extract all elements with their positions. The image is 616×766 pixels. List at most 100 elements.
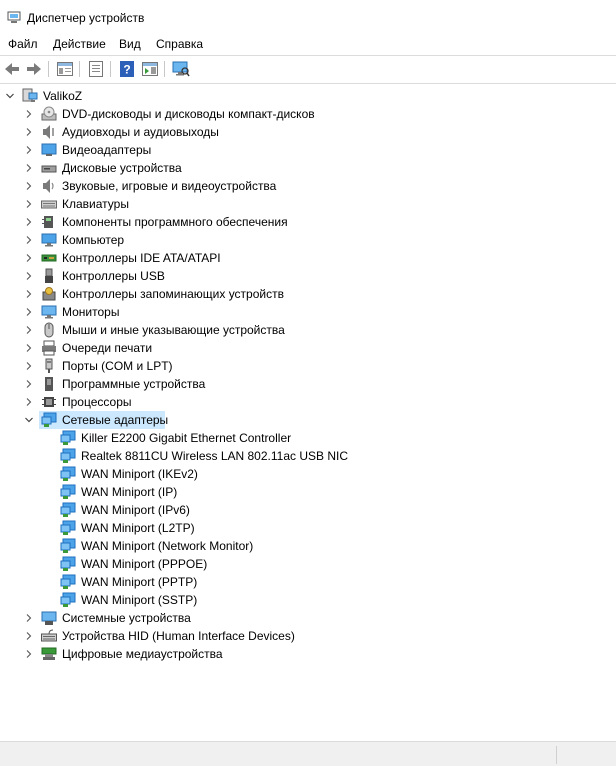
- network-adapter-item[interactable]: WAN Miniport (IPv6): [0, 501, 616, 519]
- media-device-icon: [41, 646, 57, 662]
- tree-category[interactable]: Контроллеры USB: [0, 267, 616, 285]
- tree-item-label: Порты (COM и LPT): [62, 359, 173, 373]
- back-button[interactable]: [2, 59, 22, 79]
- tree-category[interactable]: Процессоры: [0, 393, 616, 411]
- network-adapter-item[interactable]: WAN Miniport (L2TP): [0, 519, 616, 537]
- action-pane-icon: [142, 62, 158, 76]
- properties-button[interactable]: [86, 59, 106, 79]
- collapse-chevron-icon[interactable]: [5, 87, 15, 105]
- tree-category[interactable]: Сетевые адаптеры: [0, 411, 616, 429]
- toolbar-separator: [79, 61, 80, 77]
- status-divider: [556, 746, 557, 764]
- tree-category[interactable]: Мыши и иные указывающие устройства: [0, 321, 616, 339]
- action-pane-button[interactable]: [140, 59, 160, 79]
- network-adapter-item[interactable]: Killer E2200 Gigabit Ethernet Controller: [0, 429, 616, 447]
- tree-item-label: Мониторы: [62, 305, 120, 319]
- expand-chevron-icon[interactable]: [24, 645, 34, 663]
- tree-category[interactable]: DVD-дисководы и дисководы компакт-дисков: [0, 105, 616, 123]
- network-adapter-item[interactable]: WAN Miniport (SSTP): [0, 591, 616, 609]
- tree-category[interactable]: Порты (COM и LPT): [0, 357, 616, 375]
- tree-category[interactable]: Контроллеры IDE ATA/ATAPI: [0, 249, 616, 267]
- expand-chevron-icon[interactable]: [24, 393, 34, 411]
- expand-chevron-icon[interactable]: [24, 339, 34, 357]
- tree-item-label: WAN Miniport (IKEv2): [81, 467, 198, 481]
- title-bar: Диспетчер устройств: [0, 0, 616, 34]
- tree-root[interactable]: ValikoZ: [0, 87, 616, 105]
- storage-controller-icon: [41, 286, 57, 302]
- expand-chevron-icon[interactable]: [24, 177, 34, 195]
- svg-text:?: ?: [123, 63, 130, 77]
- network-adapter-icon: [60, 448, 76, 464]
- network-adapter-item[interactable]: WAN Miniport (IKEv2): [0, 465, 616, 483]
- menu-view[interactable]: Вид: [119, 37, 141, 51]
- network-adapter-item[interactable]: WAN Miniport (PPTP): [0, 573, 616, 591]
- expand-chevron-icon[interactable]: [24, 357, 34, 375]
- tree-category[interactable]: Очереди печати: [0, 339, 616, 357]
- network-adapter-icon: [60, 466, 76, 482]
- status-bar: [0, 741, 616, 766]
- usb-icon: [41, 268, 57, 284]
- network-adapter-icon: [60, 502, 76, 518]
- tree-category[interactable]: Компоненты программного обеспечения: [0, 213, 616, 231]
- tree-category[interactable]: Контроллеры запоминающих устройств: [0, 285, 616, 303]
- tree-category[interactable]: Системные устройства: [0, 609, 616, 627]
- tree-item-label: Контроллеры IDE ATA/ATAPI: [62, 251, 221, 265]
- expand-chevron-icon[interactable]: [24, 285, 34, 303]
- console-tree-button[interactable]: [55, 59, 75, 79]
- tree-category[interactable]: Аудиовходы и аудиовыходы: [0, 123, 616, 141]
- tree-item-label: WAN Miniport (PPPOE): [81, 557, 208, 571]
- network-adapter-icon: [60, 520, 76, 536]
- ide-controller-icon: [41, 250, 57, 266]
- scan-hardware-button[interactable]: [171, 59, 191, 79]
- tree-item-label: Программные устройства: [62, 377, 206, 391]
- tree-category[interactable]: Видеоадаптеры: [0, 141, 616, 159]
- expand-chevron-icon[interactable]: [24, 609, 34, 627]
- expand-chevron-icon[interactable]: [24, 375, 34, 393]
- tree-category[interactable]: Мониторы: [0, 303, 616, 321]
- network-adapter-item[interactable]: WAN Miniport (PPPOE): [0, 555, 616, 573]
- tree-category[interactable]: Цифровые медиаустройства: [0, 645, 616, 663]
- speaker-icon: [41, 124, 57, 140]
- toolbar-separator: [48, 61, 49, 77]
- expand-chevron-icon[interactable]: [24, 303, 34, 321]
- network-adapter-item[interactable]: WAN Miniport (IP): [0, 483, 616, 501]
- expand-chevron-icon[interactable]: [24, 159, 34, 177]
- computer-root-icon: [22, 88, 38, 104]
- expand-chevron-icon[interactable]: [24, 123, 34, 141]
- expand-chevron-icon[interactable]: [24, 627, 34, 645]
- device-manager-app-icon: [7, 11, 21, 23]
- expand-chevron-icon[interactable]: [24, 249, 34, 267]
- tree-item-label: Звуковые, игровые и видеоустройства: [62, 179, 277, 193]
- menu-help[interactable]: Справка: [156, 37, 203, 51]
- menu-file[interactable]: Файл: [8, 37, 38, 51]
- forward-button[interactable]: [24, 59, 44, 79]
- expand-chevron-icon[interactable]: [24, 213, 34, 231]
- tree-item-label: Компьютер: [62, 233, 125, 247]
- menu-action[interactable]: Действие: [53, 37, 106, 51]
- expand-chevron-icon[interactable]: [24, 141, 34, 159]
- network-adapter-item[interactable]: Realtek 8811CU Wireless LAN 802.11ac USB…: [0, 447, 616, 465]
- tree-category[interactable]: Дисковые устройства: [0, 159, 616, 177]
- network-adapter-icon: [60, 556, 76, 572]
- software-component-icon: [41, 214, 57, 230]
- tree-category[interactable]: Клавиатуры: [0, 195, 616, 213]
- port-icon: [41, 358, 57, 374]
- tree-category[interactable]: Устройства HID (Human Interface Devices): [0, 627, 616, 645]
- forward-arrow-icon: [27, 63, 41, 75]
- network-adapter-icon: [60, 430, 76, 446]
- expand-chevron-icon[interactable]: [24, 321, 34, 339]
- sound-icon: [41, 178, 57, 194]
- expand-chevron-icon[interactable]: [24, 267, 34, 285]
- expand-chevron-icon[interactable]: [24, 105, 34, 123]
- collapse-chevron-icon[interactable]: [24, 411, 34, 429]
- expand-chevron-icon[interactable]: [24, 231, 34, 249]
- processor-icon: [41, 394, 57, 410]
- tree-category[interactable]: Звуковые, игровые и видеоустройства: [0, 177, 616, 195]
- properties-icon: [89, 61, 103, 77]
- network-adapter-item[interactable]: WAN Miniport (Network Monitor): [0, 537, 616, 555]
- tree-category[interactable]: Компьютер: [0, 231, 616, 249]
- help-button[interactable]: ?: [117, 59, 137, 79]
- expand-chevron-icon[interactable]: [24, 195, 34, 213]
- tree-category[interactable]: Программные устройства: [0, 375, 616, 393]
- back-arrow-icon: [5, 63, 19, 75]
